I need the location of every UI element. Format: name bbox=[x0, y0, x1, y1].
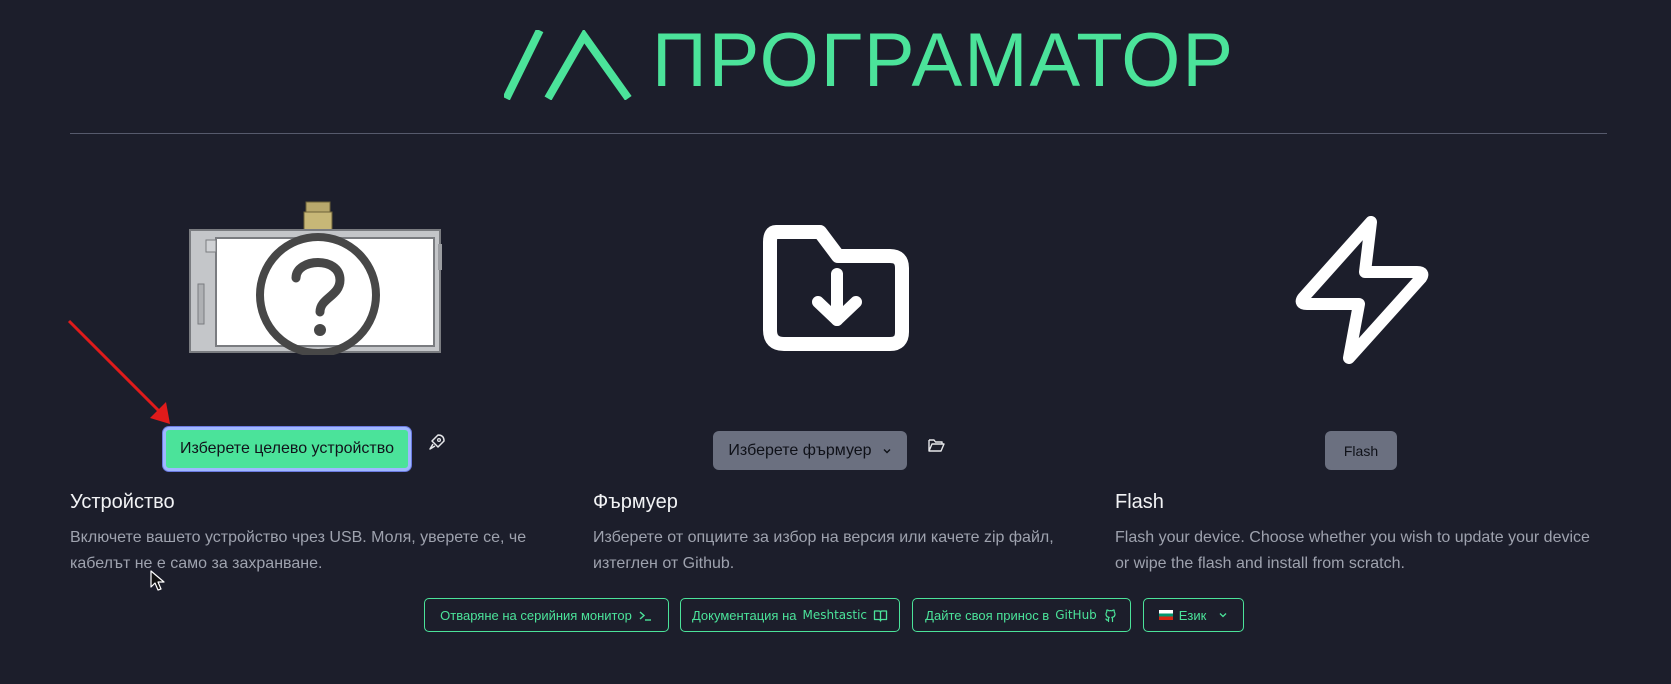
book-icon bbox=[873, 609, 888, 622]
device-section-title: Устройство bbox=[70, 491, 175, 513]
header: ПРОГРАМАТОР bbox=[0, 0, 1671, 110]
folder-open-icon[interactable] bbox=[927, 436, 945, 454]
bulgarian-flag-icon bbox=[1158, 610, 1173, 620]
rocket-icon[interactable] bbox=[428, 433, 446, 451]
contribute-github-button[interactable]: Дайте своя принос в GitHub bbox=[912, 598, 1131, 632]
documentation-button[interactable]: Документация на Meshtastic bbox=[680, 598, 900, 632]
divider bbox=[70, 133, 1607, 134]
page-title: ПРОГРАМАТОР bbox=[652, 18, 1236, 103]
select-firmware-button[interactable]: Изберете фърмуер bbox=[713, 431, 907, 470]
github-icon bbox=[1105, 608, 1116, 622]
contribute-brand: GitHub bbox=[1055, 608, 1097, 622]
flash-section-description: Flash your device. Choose whether you wi… bbox=[1115, 529, 1590, 572]
annotation-arrow bbox=[67, 319, 170, 424]
meshtastic-logo-icon bbox=[504, 30, 632, 100]
flash-section-title: Flash bbox=[1115, 491, 1164, 513]
chevron-down-icon bbox=[1219, 613, 1227, 618]
documentation-brand: Meshtastic bbox=[802, 608, 868, 622]
select-firmware-label: Изберете фърмуер bbox=[728, 441, 872, 459]
folder-download-icon bbox=[763, 225, 909, 351]
chevron-down-icon bbox=[883, 448, 891, 453]
select-device-label: Изберете целево устройство bbox=[180, 440, 394, 457]
firmware-section-title: Фърмуер bbox=[593, 491, 678, 513]
documentation-label: Документация на bbox=[691, 607, 797, 623]
open-serial-monitor-button[interactable]: Отваряне на серийния монитор bbox=[424, 598, 669, 632]
language-select[interactable]: Език bbox=[1143, 598, 1244, 632]
select-device-button[interactable]: Изберете целево устройство bbox=[163, 427, 411, 471]
flash-button[interactable]: Flash bbox=[1325, 431, 1397, 470]
mouse-cursor-icon bbox=[150, 570, 165, 591]
contribute-label: Дайте своя принос в bbox=[925, 607, 1050, 623]
firmware-section-description: Изберете от опциите за избор на версия и… bbox=[593, 529, 1054, 572]
flash-button-label: Flash bbox=[1343, 442, 1379, 459]
serial-monitor-label: Отваряне на серийния монитор bbox=[440, 607, 632, 623]
unknown-device-icon bbox=[189, 201, 442, 355]
device-section-description: Включете вашето устройство чрез USB. Мол… bbox=[70, 529, 527, 572]
lightning-bolt-icon bbox=[1295, 216, 1429, 364]
terminal-icon bbox=[639, 610, 651, 621]
language-label: Език bbox=[1178, 607, 1207, 623]
